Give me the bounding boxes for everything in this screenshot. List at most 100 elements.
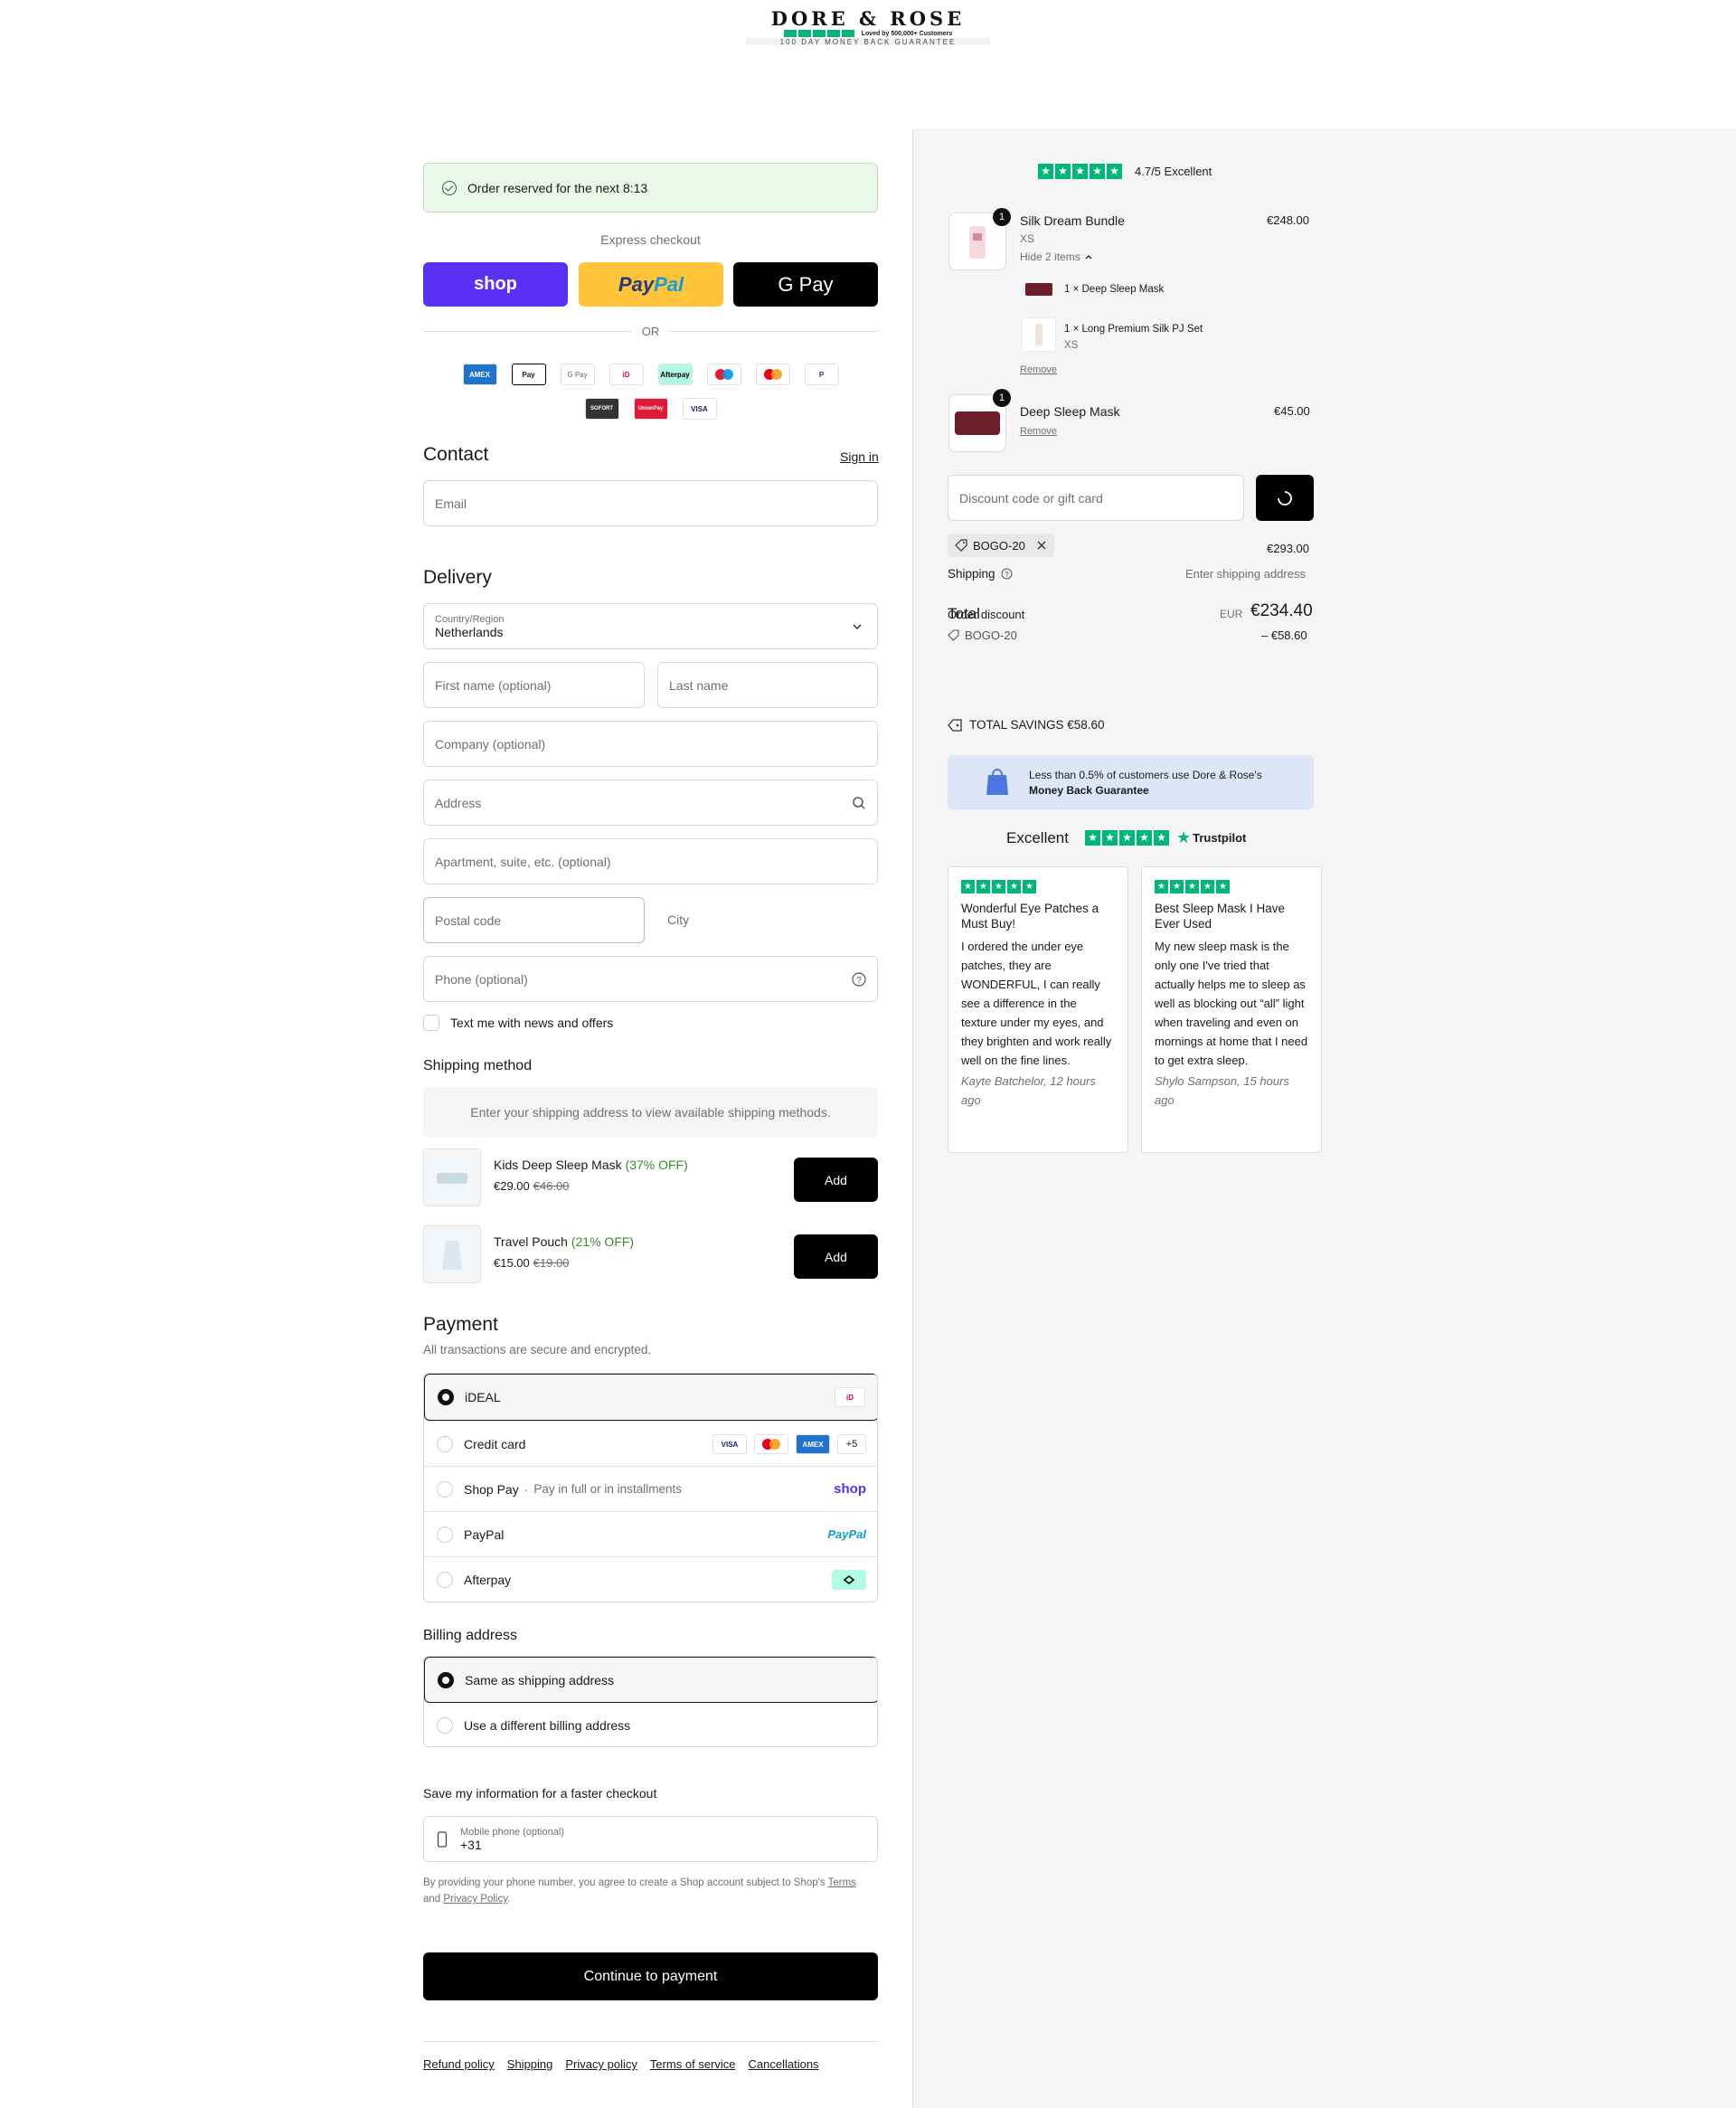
remove-item-link[interactable]: Remove [1020,426,1057,437]
paypal-logo-b: Pal [654,272,684,296]
add-travel-pouch-button[interactable]: Add [794,1234,878,1279]
apartment-field[interactable]: Apartment, suite, etc. (optional) [423,838,878,884]
trustpilot-stars-icon [783,30,854,37]
shipping-method-heading: Shipping method [423,1058,533,1073]
radio-selected[interactable] [438,1389,454,1405]
phone-field[interactable]: Phone (optional) ? [423,956,878,1002]
tag-icon [948,629,959,641]
sign-in-link[interactable]: Sign in [840,449,879,464]
google-pay-logo: G Pay [778,272,834,296]
billing-different-label: Use a different billing address [464,1718,631,1733]
contact-heading: Contact [423,444,489,465]
first-name-field[interactable]: First name (optional) [423,662,645,708]
visa-icon: VISA [712,1434,747,1454]
footer-divider [423,2041,878,2042]
rating-row: ★ ★ ★ ★ ★ 4.7/5 Excellent [1038,164,1212,179]
review-body: My new sleep mask is the only one I've t… [1155,940,1308,1067]
trustpilot-excellent: Excellent [1006,828,1069,846]
reservation-text: Order reserved for the next 8:13 [467,180,648,195]
last-name-field[interactable]: Last name [657,662,878,708]
payment-option-afterpay[interactable]: Afterpay [424,1556,877,1602]
billing-different-option[interactable]: Use a different billing address [424,1703,877,1746]
radio[interactable] [437,1526,453,1543]
item-price: €248.00 [1267,213,1309,227]
google-pay-icon: G Pay [560,364,595,385]
terms-link[interactable]: Terms [828,1877,856,1888]
billing-options: Same as shipping address Use a different… [423,1656,878,1747]
review-author: Shylo Sampson, 15 hours ago [1155,1074,1289,1107]
city-field[interactable]: City [667,912,689,927]
item-variant: XS [1020,232,1035,245]
help-icon[interactable]: ? [1001,568,1013,580]
applied-code-text: BOGO-20 [973,538,1025,553]
payment-option-label: Afterpay [464,1572,512,1587]
radio[interactable] [437,1435,453,1452]
paypal-button[interactable]: Pay Pal [579,262,723,307]
text-me-checkbox[interactable] [423,1015,439,1031]
country-select[interactable]: Country/Region Netherlands [423,603,878,649]
email-placeholder: Email [435,496,467,511]
review-title: Wonderful Eye Patches a Must Buy! [961,902,1099,931]
payment-option-label: Credit card [464,1436,526,1451]
company-field[interactable]: Company (optional) [423,721,878,767]
total-savings: TOTAL SAVINGS €58.60 [948,718,1105,732]
email-field[interactable]: Email [423,480,878,526]
google-pay-button[interactable]: G Pay [733,262,878,307]
apply-discount-button[interactable] [1256,475,1314,521]
privacy-policy-link[interactable]: Privacy policy [565,2057,637,2071]
privacy-link[interactable]: Privacy Policy [443,1894,507,1905]
radio-selected[interactable] [438,1671,454,1688]
check-circle-icon [442,180,457,195]
terms-of-service-link[interactable]: Terms of service [650,2057,736,2071]
shopping-bag-icon [986,769,1008,795]
brand-logo[interactable]: DORE & ROSE Loved by 500,000+ Customers … [746,9,990,47]
address-field[interactable]: Address [423,780,878,826]
cancellations-link[interactable]: Cancellations [749,2057,819,2071]
postal-code-field[interactable]: Postal code [423,897,645,943]
add-kids-mask-button[interactable]: Add [794,1158,878,1202]
continue-to-payment-button[interactable]: Continue to payment [423,1952,878,2000]
payment-option-paypal[interactable]: PayPal PayPal [424,1511,877,1556]
radio[interactable] [437,1480,453,1498]
refund-policy-link[interactable]: Refund policy [423,2057,495,2071]
text-me-option[interactable]: Text me with news and offers [423,1015,613,1031]
close-icon[interactable] [1036,540,1047,551]
unionpay-icon: UnionPay [633,398,668,420]
upsell-price: €29.00 [494,1179,530,1193]
hide-items-toggle[interactable]: Hide 2 items [1020,251,1093,263]
money-back-banner: Less than 0.5% of customers use Dore & R… [948,755,1314,809]
discount-code-input[interactable]: Discount code or gift card [948,475,1244,521]
paypal-logo-a: Pay [618,272,655,296]
brand-tagline: Loved by 500,000+ Customers [861,30,953,37]
payment-option-credit-card[interactable]: Credit card VISA AMEX +5 [424,1421,877,1466]
shop-pay-button[interactable]: shop [423,262,568,307]
radio[interactable] [437,1571,453,1588]
radio[interactable] [437,1717,453,1734]
shipping-policy-link[interactable]: Shipping [507,2057,553,2071]
shop-pay-suffix: Pay in full or in installments [533,1482,682,1496]
billing-heading: Billing address [423,1628,518,1643]
paypal-logo: PayPal [827,1527,866,1541]
currency-code: EUR [1220,608,1243,620]
payment-icons: AMEX Pay G Pay iD Afterpay P SOFORT Unio… [423,364,878,420]
reservation-banner: Order reserved for the next 8:13 [423,163,878,213]
remove-item-link[interactable]: Remove [1020,364,1057,375]
payment-option-ideal[interactable]: iDEAL iD [424,1374,877,1421]
mobile-phone-field[interactable]: Mobile phone (optional) +31 [423,1816,878,1862]
shop-pay-logo: shop [834,1481,866,1497]
item-name: Silk Dream Bundle [1020,213,1125,228]
upsell-kids-mask: Kids Deep Sleep Mask (37% OFF) €29.00 €46… [423,1149,878,1206]
help-icon[interactable]: ? [852,972,866,987]
review-stars-icon: ★ ★ ★ ★ ★ [1155,880,1308,893]
country-value: Netherlands [435,624,504,639]
country-label: Country/Region [435,613,505,625]
rating-text: 4.7/5 Excellent [1135,165,1212,178]
upsell-was-price: €46.00 [533,1179,570,1193]
delivery-heading: Delivery [423,567,492,588]
trustpilot-widget[interactable]: Excellent ★ ★ ★ ★ ★ ★ Trustpilot [1006,828,1246,847]
billing-same-option[interactable]: Same as shipping address [424,1657,877,1703]
payment-option-shop-pay[interactable]: Shop Pay · Pay in full or in installment… [424,1466,877,1511]
trustpilot-star-icon: ★ [1175,828,1192,846]
total-savings-text: TOTAL SAVINGS €58.60 [969,718,1105,732]
banner-line2: Money Back Guarantee [1029,784,1149,797]
